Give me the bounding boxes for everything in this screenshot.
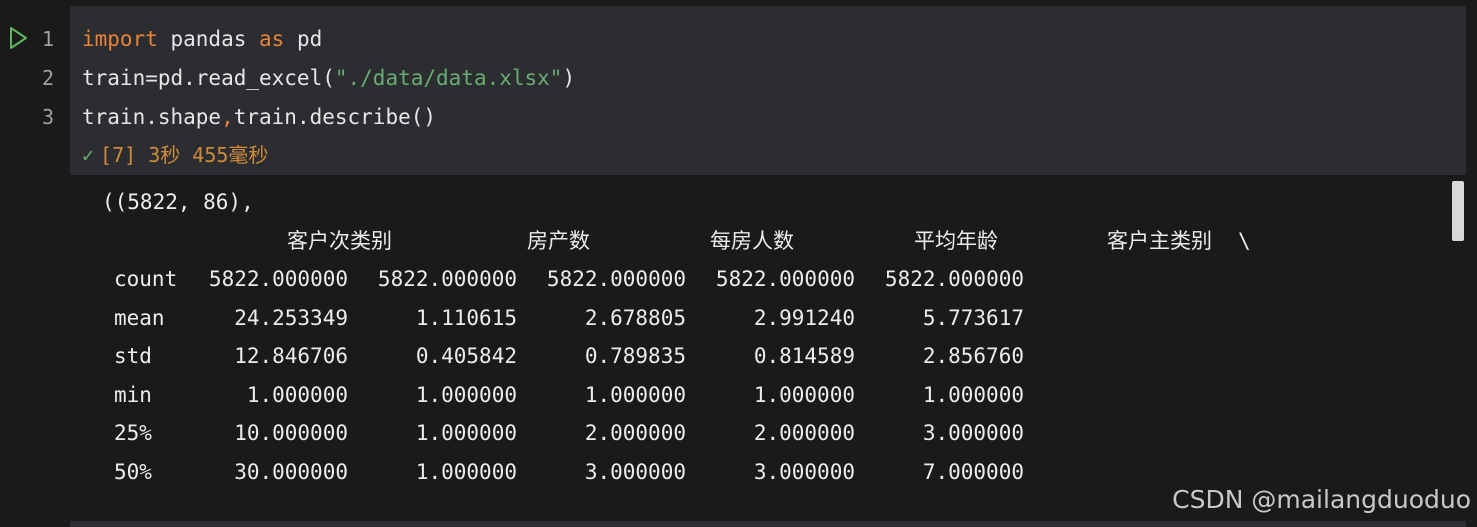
table-cell: 1.000000 xyxy=(753,383,855,407)
table-cell: 0.814589 xyxy=(753,344,855,368)
line-number-1: 1 xyxy=(41,27,55,51)
output-scrollbar[interactable] xyxy=(1452,181,1464,241)
line-number-3: 3 xyxy=(41,105,55,129)
table-cell: 0.789835 xyxy=(584,344,686,368)
table-cell: 12.846706 xyxy=(234,344,348,368)
row-label: min xyxy=(114,383,152,407)
run-icon[interactable] xyxy=(8,26,28,50)
table-cell: 5822.000000 xyxy=(208,267,348,291)
code-text: train.describe() xyxy=(233,105,437,129)
table-cell: 1.110615 xyxy=(415,306,517,330)
row-label: 25% xyxy=(114,421,152,445)
table-cell: 7.000000 xyxy=(922,460,1024,484)
check-icon: ✓ xyxy=(82,143,95,167)
table-cell: 2.000000 xyxy=(584,421,686,445)
column-header: 客户主类别 xyxy=(1107,229,1212,253)
code-line-1[interactable]: import pandas as pd xyxy=(82,26,322,52)
keyword-import: import xyxy=(82,27,158,51)
execution-status: ✓ [7] 3秒 455毫秒 xyxy=(82,143,268,167)
table-cell: 1.000000 xyxy=(922,383,1024,407)
cell-bottom-border xyxy=(70,521,1466,527)
table-cell: 5822.000000 xyxy=(884,267,1024,291)
table-cell: 3.000000 xyxy=(753,460,855,484)
notebook-page: 1 2 3 import pandas as pd train=pd.read_… xyxy=(0,0,1477,527)
code-text: pd xyxy=(284,27,323,51)
table-cell: 2.678805 xyxy=(584,306,686,330)
table-cell: 10.000000 xyxy=(234,421,348,445)
table-cell: 1.000000 xyxy=(415,460,517,484)
table-cell: 2.991240 xyxy=(753,306,855,330)
code-text: ) xyxy=(562,66,576,90)
table-cell: 1.000000 xyxy=(415,421,517,445)
cell-output: ((5822, 86), 客户次类别 房产数 每房人数 平均年龄 客户主类别 \… xyxy=(70,175,1466,521)
table-cell: 2.856760 xyxy=(922,344,1024,368)
table-cell: 1.000000 xyxy=(415,383,517,407)
table-cell: 2.000000 xyxy=(753,421,855,445)
code-line-3[interactable]: train.shape,train.describe() xyxy=(82,104,436,130)
code-cell[interactable]: import pandas as pd train=pd.read_excel(… xyxy=(70,6,1466,175)
code-text: pandas xyxy=(157,27,260,51)
table-cell: 5822.000000 xyxy=(546,267,686,291)
code-line-2[interactable]: train=pd.read_excel("./data/data.xlsx") xyxy=(82,65,575,91)
row-label: count xyxy=(114,267,178,291)
table-cell: 3.000000 xyxy=(584,460,686,484)
keyword-as: as xyxy=(259,27,285,51)
string-literal: "./data/data.xlsx" xyxy=(334,66,563,90)
column-header: 平均年龄 xyxy=(914,229,998,253)
shape-output: ((5822, 86), xyxy=(102,190,254,214)
editor-gutter: 1 2 3 xyxy=(0,0,70,175)
execution-time: [7] 3秒 455毫秒 xyxy=(100,143,269,167)
comma-separator: , xyxy=(221,105,234,129)
row-label: mean xyxy=(114,306,165,330)
table-cell: 24.253349 xyxy=(234,306,348,330)
code-text: train=pd.read_excel( xyxy=(82,66,335,90)
table-cell: 30.000000 xyxy=(234,460,348,484)
watermark: CSDN @mailangduoduo xyxy=(1172,485,1471,514)
table-cell: 1.000000 xyxy=(584,383,686,407)
table-cell: 3.000000 xyxy=(922,421,1024,445)
column-header: 每房人数 xyxy=(710,229,794,253)
code-text: train.shape xyxy=(82,105,222,129)
row-label: 50% xyxy=(114,460,152,484)
table-cell: 5822.000000 xyxy=(715,267,855,291)
table-cell: 0.405842 xyxy=(415,344,517,368)
table-cell: 5822.000000 xyxy=(377,267,517,291)
row-label: std xyxy=(114,344,152,368)
line-number-2: 2 xyxy=(41,66,55,90)
line-continuation: \ xyxy=(1238,229,1251,253)
table-cell: 5.773617 xyxy=(922,306,1024,330)
table-cell: 1.000000 xyxy=(246,383,348,407)
column-header: 客户次类别 xyxy=(287,229,392,253)
column-header: 房产数 xyxy=(527,229,590,253)
